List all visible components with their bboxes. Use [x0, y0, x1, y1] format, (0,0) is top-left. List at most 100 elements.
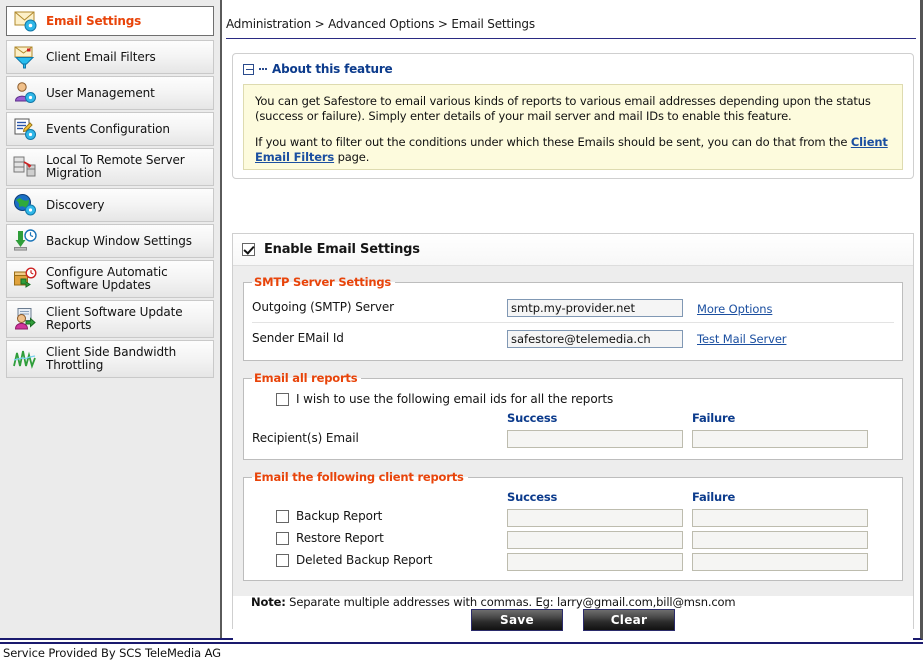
sidebar-item-backup-window-settings[interactable]: Backup Window Settings — [6, 224, 214, 258]
email-all-reports-group: Email all reports I wish to use the foll… — [243, 371, 903, 460]
client-reports-failure-header: Failure — [692, 490, 736, 504]
note-text: Separate multiple addresses with commas.… — [285, 595, 736, 609]
person-report-icon — [12, 306, 38, 332]
app-root: Email Settings Client Email Filters User… — [0, 0, 923, 660]
sidebar-item-label: Events Configuration — [46, 121, 170, 136]
use-same-email-ids-label: I wish to use the following email ids fo… — [296, 392, 614, 406]
mail-funnel-icon — [12, 44, 38, 70]
smtp-legend: SMTP Server Settings — [254, 275, 392, 289]
client-reports-legend: Email the following client reports — [254, 470, 464, 484]
sidebar-item-local-to-remote-server-migration[interactable]: Local To Remote Server Migration — [6, 148, 214, 186]
document-pencil-gear-icon — [12, 116, 38, 142]
restore-report-failure-input[interactable] — [692, 531, 868, 549]
recipients-email-label: Recipient(s) Email — [252, 431, 359, 445]
smtp-table: Outgoing (SMTP) Server More Options — [252, 293, 894, 352]
about-title: About this feature — [272, 62, 393, 76]
sender-email-id-label: Sender EMail Id — [252, 330, 344, 345]
outgoing-smtp-server-input[interactable] — [507, 299, 683, 318]
sidebar-item-configure-automatic-software-updates[interactable]: Configure Automatic Software Updates — [6, 260, 214, 298]
client-reports-success-header: Success — [507, 490, 558, 504]
email-all-reports-legend: Email all reports — [254, 371, 358, 385]
sidebar-header-label: Email Settings — [46, 14, 142, 28]
breadcrumb: Administration > Advanced Options > Emai… — [226, 17, 535, 31]
all-reports-checkbox-row: I wish to use the following email ids fo… — [252, 389, 894, 411]
sidebar-item-client-email-filters[interactable]: Client Email Filters — [6, 40, 214, 74]
sidebar-item-client-side-bandwidth-throttling[interactable]: Client Side Bandwidth Throttling — [6, 340, 214, 378]
use-same-email-ids-checkbox[interactable] — [276, 392, 289, 406]
all-reports-column-header-row: Success Failure — [252, 411, 894, 425]
about-paragraph-2-after: page. — [334, 150, 370, 164]
sidebar-item-label: Client Side Bandwidth Throttling — [46, 345, 177, 372]
client-reports-column-header-row: Success Failure — [252, 488, 894, 506]
sidebar-header: Email Settings — [6, 6, 214, 36]
table-row: Backup Report — [252, 506, 894, 528]
sidebar-menu: Client Email Filters User Management Eve… — [6, 40, 214, 378]
about-panel: About this feature You can get Safestore… — [232, 53, 914, 179]
sidebar-item-label: User Management — [46, 85, 155, 100]
deleted-backup-report-success-input[interactable] — [507, 553, 683, 571]
about-paragraph-1: You can get Safestore to email various k… — [255, 94, 871, 123]
enable-email-settings-checkbox[interactable] — [242, 243, 255, 256]
sidebar-item-label: Local To Remote Server Migration — [46, 153, 185, 180]
clear-button[interactable]: Clear — [583, 609, 675, 631]
restore-report-label: Restore Report — [296, 531, 384, 545]
save-button[interactable]: Save — [471, 609, 563, 631]
all-reports-table: I wish to use the following email ids fo… — [252, 389, 894, 451]
backup-report-failure-input[interactable] — [692, 509, 868, 527]
sidebar-item-label: Discovery — [46, 197, 105, 212]
graph-line-icon — [12, 346, 38, 372]
sidebar-item-events-configuration[interactable]: Events Configuration — [6, 112, 214, 146]
about-paragraph-2-before: If you want to filter out the conditions… — [255, 135, 851, 149]
restore-report-success-input[interactable] — [507, 531, 683, 549]
deleted-backup-report-label: Deleted Backup Report — [296, 553, 433, 567]
more-options-link[interactable]: More Options — [697, 302, 772, 316]
recipients-email-success-input[interactable] — [507, 430, 683, 448]
status-bar-text: Service Provided By SCS TeleMedia AG — [3, 646, 221, 660]
about-header[interactable]: About this feature — [233, 54, 913, 76]
enable-email-settings-row[interactable]: Enable Email Settings — [233, 234, 913, 266]
client-reports-table: Success Failure Backup Report Restore Re… — [252, 488, 894, 572]
outer-frame: Email Settings Client Email Filters User… — [0, 0, 923, 644]
client-reports-group: Email the following client reports Succe… — [243, 470, 903, 581]
all-reports-success-header: Success — [507, 411, 558, 425]
user-gear-icon — [12, 80, 38, 106]
smtp-server-row: Outgoing (SMTP) Server More Options — [252, 293, 894, 322]
sidebar-item-label: Backup Window Settings — [46, 233, 192, 248]
sidebar-item-discovery[interactable]: Discovery — [6, 188, 214, 222]
recipients-email-failure-input[interactable] — [692, 430, 868, 448]
collapse-minus-icon[interactable] — [243, 63, 254, 75]
download-clock-icon — [12, 228, 38, 254]
about-paragraph-2: If you want to filter out the conditions… — [255, 135, 891, 165]
all-reports-failure-header: Failure — [692, 411, 736, 425]
status-bar: Service Provided By SCS TeleMedia AG — [0, 642, 923, 660]
server-migration-icon — [12, 154, 38, 180]
recipients-email-row: Recipient(s) Email — [252, 425, 894, 451]
table-row: Restore Report — [252, 528, 894, 550]
breadcrumb-divider — [226, 38, 916, 39]
form-inner: SMTP Server Settings Outgoing (SMTP) Ser… — [233, 266, 913, 614]
deleted-backup-report-failure-input[interactable] — [692, 553, 868, 571]
email-settings-form-panel: Enable Email Settings SMTP Server Settin… — [232, 233, 914, 644]
outgoing-smtp-server-label: Outgoing (SMTP) Server — [252, 300, 394, 315]
sender-email-id-input[interactable] — [507, 329, 683, 348]
deleted-backup-report-checkbox[interactable] — [276, 553, 289, 567]
test-mail-server-link[interactable]: Test Mail Server — [697, 332, 787, 346]
globe-gear-icon — [12, 192, 38, 218]
backup-report-success-input[interactable] — [507, 509, 683, 527]
box-clock-icon — [12, 266, 38, 292]
dotted-connector-icon — [259, 68, 267, 70]
mail-gear-icon — [13, 8, 39, 34]
about-body: You can get Safestore to email various k… — [243, 84, 903, 170]
restore-report-checkbox[interactable] — [276, 531, 289, 545]
sidebar-item-label: Client Email Filters — [46, 49, 156, 64]
sidebar-item-client-software-update-reports[interactable]: Client Software Update Reports — [6, 300, 214, 338]
table-row: Deleted Backup Report — [252, 550, 894, 572]
sidebar-item-user-management[interactable]: User Management — [6, 76, 214, 110]
backup-report-checkbox[interactable] — [276, 509, 289, 523]
sender-email-row: Sender EMail Id Test Mail Server — [252, 323, 894, 352]
sidebar: Email Settings Client Email Filters User… — [0, 0, 222, 638]
sidebar-item-label: Configure Automatic Software Updates — [46, 265, 168, 292]
enable-email-settings-label: Enable Email Settings — [264, 242, 420, 257]
smtp-server-settings-group: SMTP Server Settings Outgoing (SMTP) Ser… — [243, 275, 903, 361]
sidebar-item-label: Client Software Update Reports — [46, 305, 183, 332]
